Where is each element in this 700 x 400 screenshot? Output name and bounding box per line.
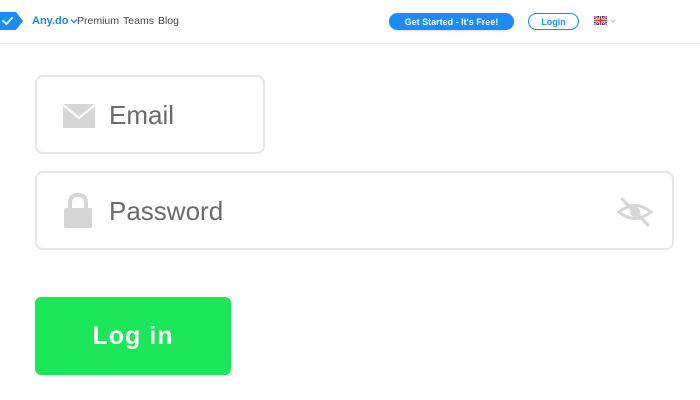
eye-off-icon[interactable] xyxy=(617,195,653,229)
language-selector[interactable] xyxy=(594,16,616,25)
nav-link-teams[interactable]: Teams xyxy=(123,15,154,27)
top-navbar: Any.do Premium Teams Blog Get Started - … xyxy=(0,0,700,44)
nav-link-premium[interactable]: Premium xyxy=(77,15,119,27)
password-field[interactable] xyxy=(35,171,674,250)
lock-icon xyxy=(64,193,92,228)
nav-link-blog[interactable]: Blog xyxy=(158,15,179,27)
password-input[interactable] xyxy=(109,193,509,229)
brand-name: Any.do xyxy=(32,15,69,27)
email-field[interactable] xyxy=(35,75,265,154)
get-started-button[interactable]: Get Started - It's Free! xyxy=(389,13,514,30)
envelope-icon xyxy=(62,104,96,128)
anydo-logo-icon[interactable] xyxy=(0,12,23,30)
login-nav-button[interactable]: Login xyxy=(528,13,579,30)
nav-links: Premium Teams Blog xyxy=(77,15,179,27)
uk-flag-icon xyxy=(594,16,607,25)
email-input[interactable] xyxy=(109,97,249,133)
brand-menu[interactable]: Any.do xyxy=(32,15,78,27)
chevron-down-icon xyxy=(610,19,616,23)
log-in-button[interactable]: Log in xyxy=(35,297,231,375)
